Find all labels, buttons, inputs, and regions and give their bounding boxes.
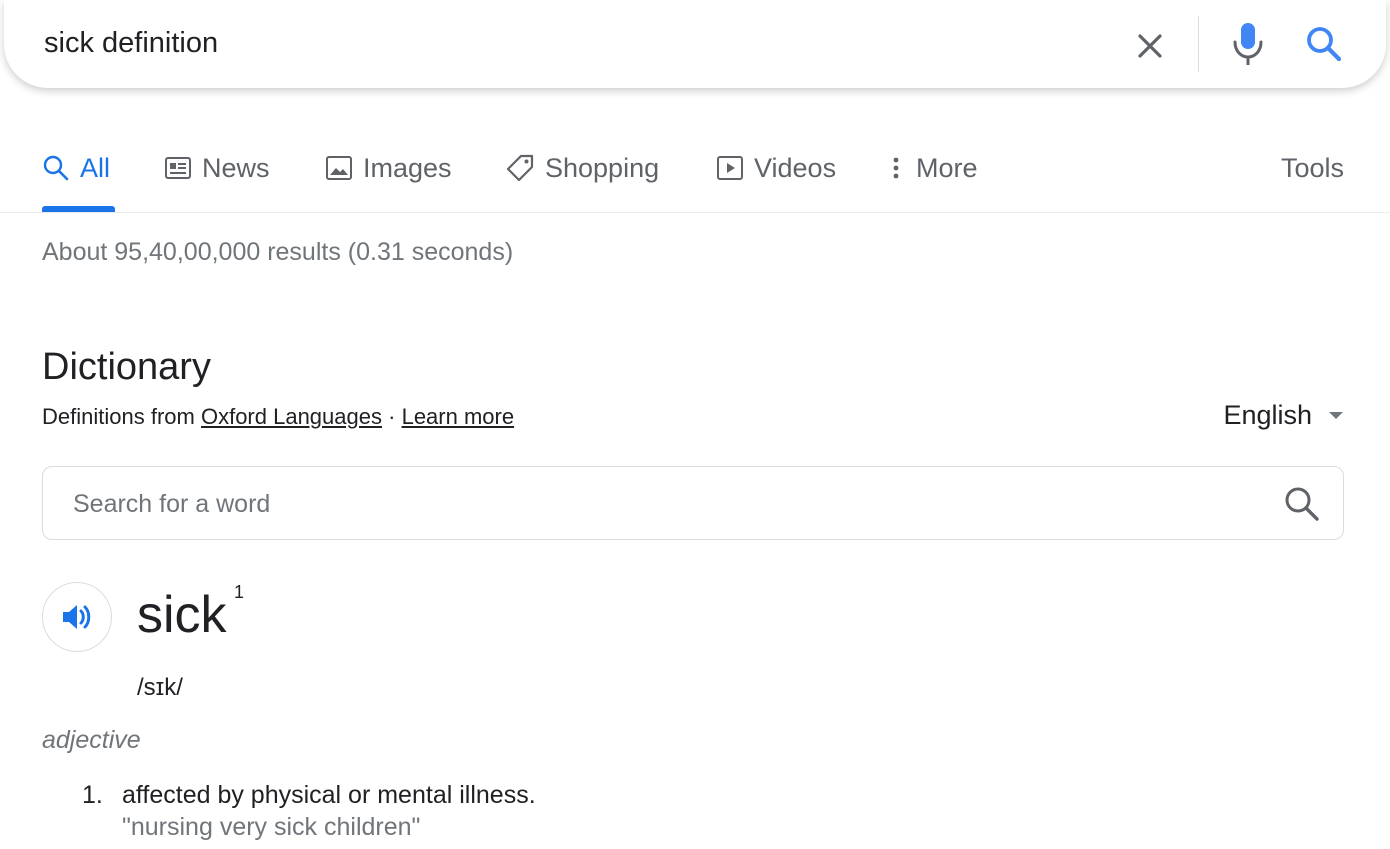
image-icon	[326, 156, 352, 180]
tab-images[interactable]: Images	[325, 148, 452, 188]
phonetic-spelling: /sɪk/	[137, 674, 183, 701]
part-of-speech: adjective	[42, 726, 141, 754]
dictionary-source: Definitions from Oxford Languages · Lear…	[42, 404, 514, 430]
dictionary-title: Dictionary	[42, 346, 211, 388]
search-icon[interactable]	[1283, 485, 1321, 523]
tab-shopping[interactable]: Shopping	[505, 148, 659, 188]
language-select[interactable]: English	[1223, 400, 1344, 431]
more-vert-icon	[893, 157, 899, 179]
tab-more[interactable]: More	[886, 148, 978, 188]
tab-videos[interactable]: Videos	[716, 148, 836, 188]
tag-icon	[506, 154, 534, 182]
clear-search-button[interactable]	[1130, 26, 1170, 66]
tab-label: More	[916, 152, 978, 183]
tools-button[interactable]: Tools	[1281, 148, 1344, 188]
tab-label: Images	[363, 152, 452, 183]
active-tab-indicator	[42, 206, 115, 212]
search-bar-divider	[1198, 16, 1199, 72]
source-separator: ·	[388, 404, 396, 429]
search-tabs: All News Images Shopping Videos More Too…	[0, 140, 1390, 213]
definition-example: "nursing very sick children"	[122, 813, 421, 841]
search-bar: sick definition	[4, 0, 1386, 88]
learn-more-link[interactable]: Learn more	[402, 404, 515, 429]
chevron-down-icon	[1329, 411, 1343, 419]
headword: sick	[137, 586, 227, 644]
search-results-page: sick definition All News Images Shopping…	[0, 0, 1390, 849]
tab-label: News	[202, 152, 270, 183]
tab-label: Videos	[754, 152, 837, 183]
speaker-icon	[63, 605, 91, 629]
play-icon	[717, 156, 743, 180]
search-icon	[1307, 27, 1342, 62]
tab-all[interactable]: All	[42, 148, 110, 188]
search-query[interactable]: sick definition	[44, 24, 218, 62]
close-icon	[1138, 34, 1162, 58]
mic-icon	[1233, 23, 1263, 65]
language-label: English	[1223, 400, 1312, 430]
news-icon	[165, 157, 191, 179]
pronunciation-button[interactable]	[42, 582, 112, 652]
tab-label: Shopping	[545, 152, 660, 183]
search-button[interactable]	[1304, 24, 1344, 64]
word-search-input[interactable]	[71, 483, 1255, 525]
tab-label: All	[80, 152, 111, 183]
search-icon	[43, 155, 69, 181]
source-prefix: Definitions from	[42, 404, 195, 429]
result-stats: About 95,40,00,000 results (0.31 seconds…	[42, 238, 514, 266]
tab-news[interactable]: News	[164, 148, 270, 188]
voice-search-button[interactable]	[1230, 20, 1266, 68]
oxford-languages-link[interactable]: Oxford Languages	[201, 404, 382, 429]
definition-number: 1.	[82, 781, 103, 809]
definition-text: affected by physical or mental illness.	[122, 781, 536, 809]
word-search-box	[42, 466, 1344, 540]
headword-superscript: 1	[234, 582, 245, 602]
